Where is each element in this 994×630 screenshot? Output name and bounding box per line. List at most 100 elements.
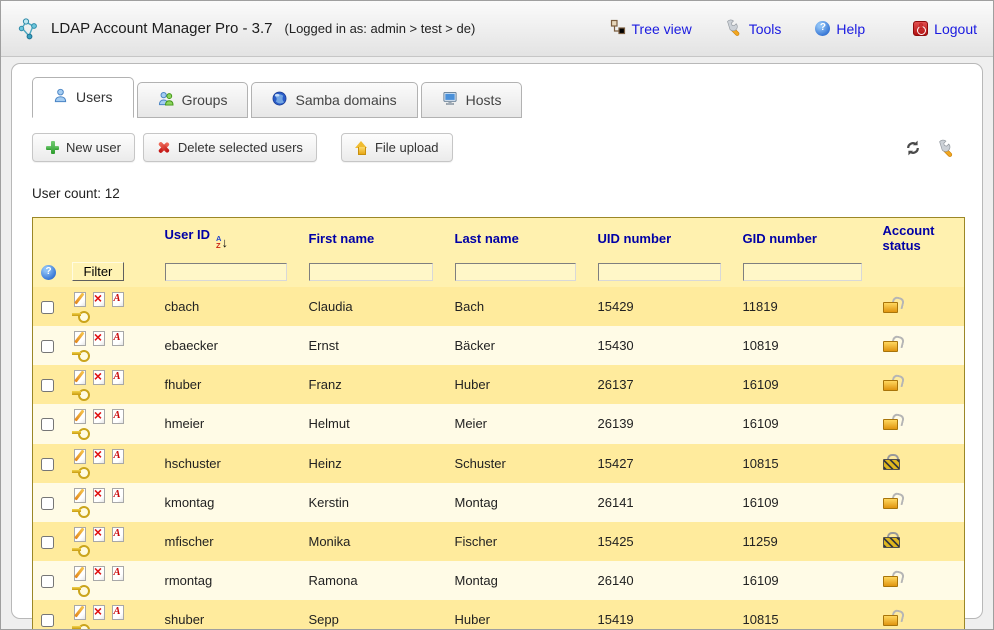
user-id-cell: rmontag <box>157 561 301 600</box>
pdf-export-icon[interactable] <box>110 526 126 541</box>
table-header-row: User IDAZ↓ First name Last name UID numb… <box>33 218 965 259</box>
sort-az-desc-icon[interactable]: AZ↓ <box>216 235 228 249</box>
edit-icon[interactable] <box>72 409 88 424</box>
filter-input-gid-number[interactable] <box>743 263 862 281</box>
user-id-cell: cbach <box>157 287 301 326</box>
pdf-export-icon[interactable] <box>110 487 126 502</box>
tab-hosts[interactable]: Hosts <box>421 82 523 118</box>
content-panel: Users Groups <box>11 63 983 619</box>
table-row[interactable]: mfischer Monika Fischer 15425 11259 <box>33 522 965 561</box>
edit-icon[interactable] <box>72 526 88 541</box>
table-row[interactable]: hschuster Heinz Schuster 15427 10815 <box>33 444 965 483</box>
nav-tree-view[interactable]: Tree view <box>610 19 692 38</box>
globe-icon <box>272 91 287 109</box>
column-header-last-name[interactable]: Last name <box>447 218 590 259</box>
row-checkbox[interactable] <box>41 536 54 549</box>
filter-input-last-name[interactable] <box>455 263 577 281</box>
password-key-icon[interactable] <box>72 621 90 630</box>
edit-icon[interactable] <box>72 487 88 502</box>
delete-selected-users-button[interactable]: Delete selected users <box>143 133 317 162</box>
new-user-button[interactable]: New user <box>32 133 135 162</box>
row-checkbox[interactable] <box>41 379 54 392</box>
group-icon <box>158 91 174 109</box>
column-header-gid-number[interactable]: GID number <box>735 218 875 259</box>
delete-icon[interactable] <box>91 487 107 502</box>
pdf-export-icon[interactable] <box>110 370 126 385</box>
top-header-bar: LDAP Account Manager Pro - 3.7 (Logged i… <box>1 1 993 57</box>
toolbar: New user Delete selected users File uplo… <box>32 133 962 162</box>
edit-icon[interactable] <box>72 292 88 307</box>
delete-icon[interactable] <box>91 370 107 385</box>
delete-icon[interactable] <box>91 448 107 463</box>
file-upload-button[interactable]: File upload <box>341 133 453 162</box>
edit-icon[interactable] <box>72 565 88 580</box>
delete-icon[interactable] <box>91 331 107 346</box>
nav-tools[interactable]: Tools <box>726 19 782 39</box>
file-upload-label: File upload <box>375 140 439 155</box>
table-row[interactable]: hmeier Helmut Meier 26139 16109 <box>33 404 965 443</box>
column-header-account-status[interactable]: Account status <box>875 218 965 259</box>
pdf-export-icon[interactable] <box>110 292 126 307</box>
row-checkbox[interactable] <box>41 458 54 471</box>
pdf-export-icon[interactable] <box>110 605 126 620</box>
password-key-icon[interactable] <box>72 425 90 440</box>
edit-icon[interactable] <box>72 448 88 463</box>
tab-samba-domains[interactable]: Samba domains <box>251 82 417 118</box>
table-row[interactable]: fhuber Franz Huber 26137 16109 <box>33 365 965 404</box>
table-row[interactable]: rmontag Ramona Montag 26140 16109 <box>33 561 965 600</box>
nav-logout[interactable]: Logout <box>913 21 977 37</box>
user-id-cell: ebaecker <box>157 326 301 365</box>
table-row[interactable]: kmontag Kerstin Montag 26141 16109 <box>33 483 965 522</box>
pdf-export-icon[interactable] <box>110 409 126 424</box>
password-key-icon[interactable] <box>72 386 90 401</box>
table-row[interactable]: ebaecker Ernst Bäcker 15430 10819 <box>33 326 965 365</box>
filter-row: Filter <box>33 258 965 287</box>
password-key-icon[interactable] <box>72 582 90 597</box>
wrench-icon[interactable] <box>938 139 956 157</box>
password-key-icon[interactable] <box>72 308 90 323</box>
column-header-first-name[interactable]: First name <box>301 218 447 259</box>
help-icon[interactable] <box>41 265 56 280</box>
help-icon <box>815 21 830 36</box>
user-id-cell: fhuber <box>157 365 301 404</box>
delete-icon[interactable] <box>91 605 107 620</box>
pdf-export-icon[interactable] <box>110 331 126 346</box>
user-id-cell: kmontag <box>157 483 301 522</box>
nav-logout-label: Logout <box>934 21 977 37</box>
app-title: LDAP Account Manager Pro - 3.7 <box>51 20 273 37</box>
account-status-icon <box>883 610 903 626</box>
row-checkbox[interactable] <box>41 497 54 510</box>
account-status-icon <box>883 297 903 313</box>
lam-logo-icon <box>17 17 41 41</box>
row-checkbox[interactable] <box>41 575 54 588</box>
filter-input-first-name[interactable] <box>309 263 434 281</box>
row-checkbox[interactable] <box>41 301 54 314</box>
edit-icon[interactable] <box>72 331 88 346</box>
row-checkbox[interactable] <box>41 614 54 627</box>
delete-icon[interactable] <box>91 292 107 307</box>
refresh-icon[interactable] <box>904 139 922 157</box>
row-checkbox[interactable] <box>41 418 54 431</box>
column-header-user-id[interactable]: User IDAZ↓ <box>157 218 301 259</box>
row-checkbox[interactable] <box>41 340 54 353</box>
delete-icon[interactable] <box>91 409 107 424</box>
password-key-icon[interactable] <box>72 347 90 362</box>
nav-help[interactable]: Help <box>815 21 865 37</box>
filter-input-user-id[interactable] <box>165 263 288 281</box>
tab-users[interactable]: Users <box>32 77 134 118</box>
pdf-export-icon[interactable] <box>110 565 126 580</box>
delete-icon[interactable] <box>91 565 107 580</box>
column-header-uid-number[interactable]: UID number <box>590 218 735 259</box>
delete-icon[interactable] <box>91 526 107 541</box>
tab-groups[interactable]: Groups <box>137 82 249 118</box>
edit-icon[interactable] <box>72 605 88 620</box>
pdf-export-icon[interactable] <box>110 448 126 463</box>
edit-icon[interactable] <box>72 370 88 385</box>
filter-input-uid-number[interactable] <box>598 263 722 281</box>
password-key-icon[interactable] <box>72 542 90 557</box>
table-row[interactable]: shuber Sepp Huber 15419 10815 <box>33 600 965 630</box>
filter-button[interactable]: Filter <box>72 262 125 281</box>
table-row[interactable]: cbach Claudia Bach 15429 11819 <box>33 287 965 326</box>
password-key-icon[interactable] <box>72 464 90 479</box>
password-key-icon[interactable] <box>72 503 90 518</box>
